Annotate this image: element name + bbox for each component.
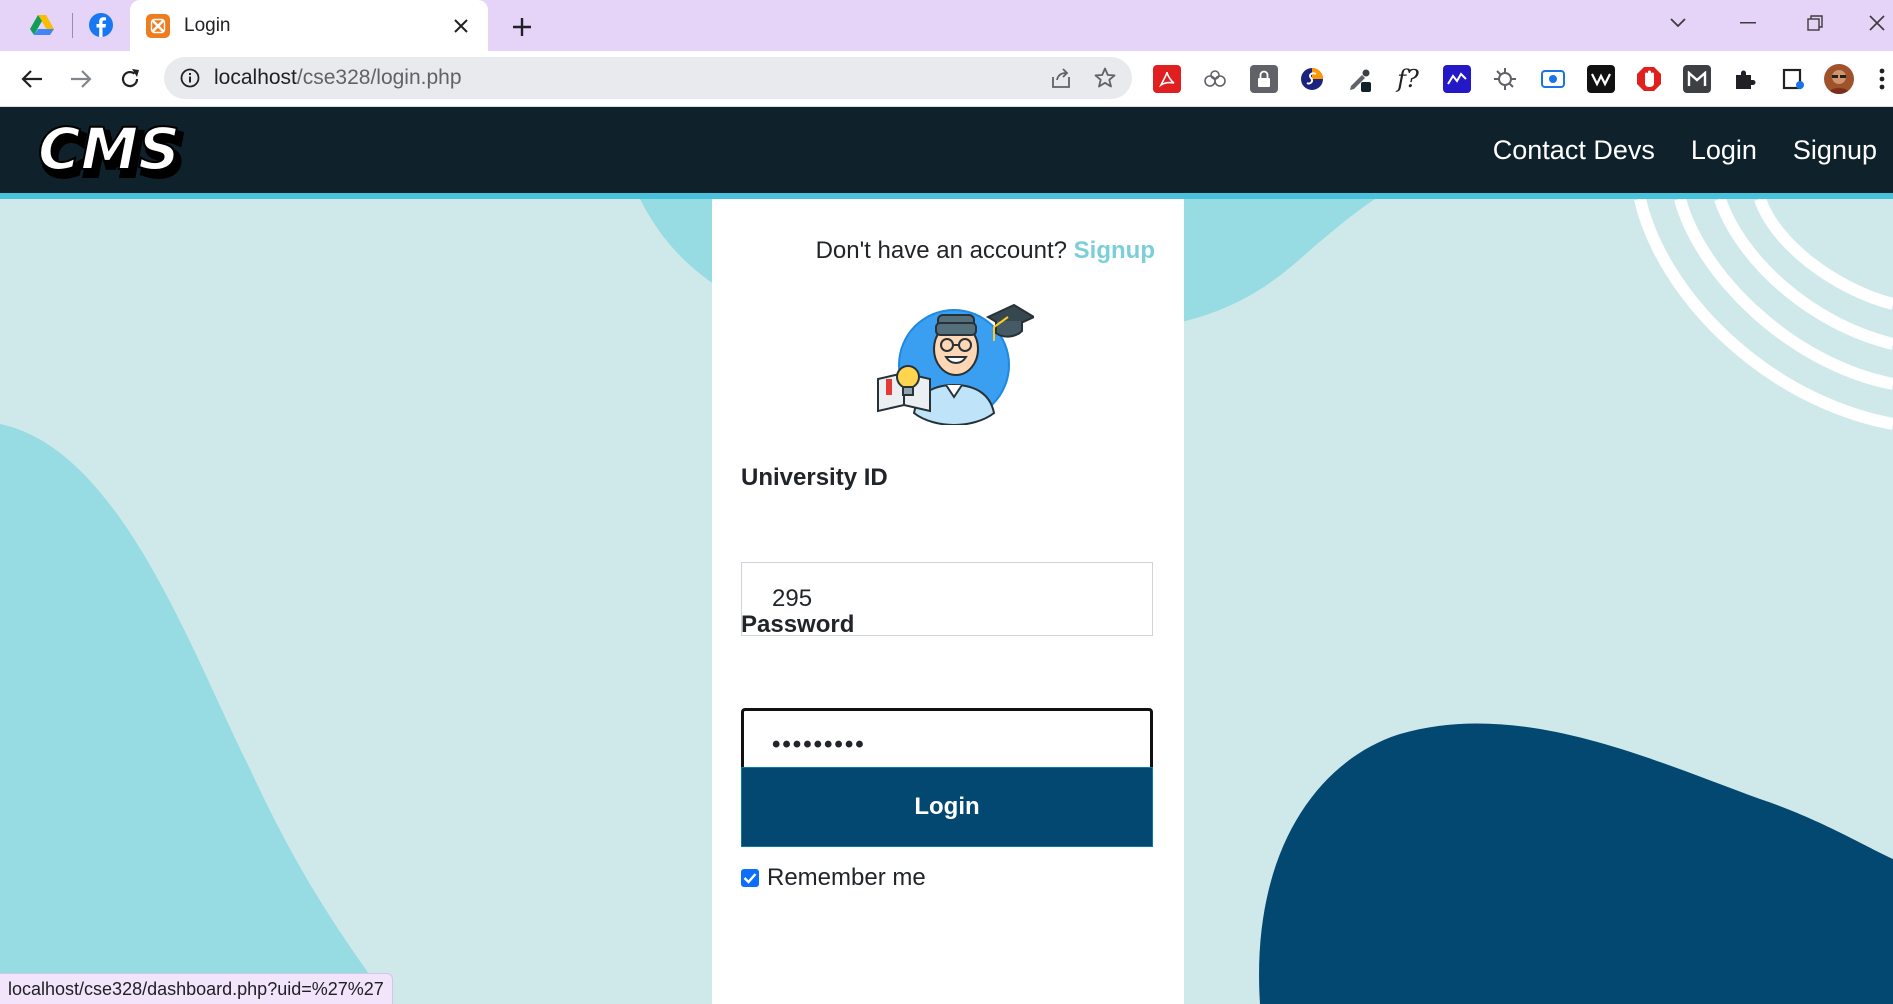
screen-capture-icon[interactable] <box>1539 65 1567 93</box>
nav-login[interactable]: Login <box>1691 135 1757 166</box>
site-navbar: CMS CMS Contact Devs Login Signup <box>0 107 1893 199</box>
wappalyzer-icon[interactable] <box>1587 65 1615 93</box>
login-button[interactable]: Login <box>741 767 1153 847</box>
profile-avatar[interactable] <box>1824 64 1854 94</box>
status-bar-url: localhost/cse328/dashboard.php?uid=%27%2… <box>0 973 393 1004</box>
color-picker-icon[interactable] <box>1346 65 1374 93</box>
url-host: localhost <box>214 66 297 89</box>
adobe-acrobat-icon[interactable] <box>1153 65 1181 93</box>
extension-icon[interactable] <box>1491 65 1519 93</box>
bookmark-star-icon[interactable] <box>1088 61 1122 95</box>
xampp-icon <box>146 13 170 38</box>
font-finder-icon[interactable]: f? <box>1394 65 1422 93</box>
reload-icon[interactable] <box>115 64 145 94</box>
facebook-icon[interactable] <box>86 10 116 40</box>
password-label: Password <box>741 611 855 638</box>
analytics-icon[interactable] <box>1443 65 1471 93</box>
tab-login[interactable]: Login <box>130 0 488 51</box>
adblock-icon[interactable] <box>1635 65 1663 93</box>
browser-menu-icon[interactable] <box>1872 65 1892 93</box>
login-card: Don't have an account? Signup University… <box>712 199 1184 1004</box>
extension-s-icon[interactable] <box>1298 65 1326 93</box>
site-info-icon[interactable] <box>178 66 202 90</box>
nav-links: Contact Devs Login Signup <box>1493 107 1877 193</box>
password-lock-icon[interactable] <box>1250 65 1278 93</box>
web-page: CMS CMS Contact Devs Login Signup Don't … <box>0 107 1893 1004</box>
share-icon[interactable] <box>1044 61 1078 95</box>
url-path: /cse328/login.php <box>296 66 462 89</box>
close-tab-icon[interactable] <box>446 11 476 41</box>
nav-signup[interactable]: Signup <box>1793 135 1877 166</box>
mailtrack-icon[interactable] <box>1683 65 1711 93</box>
student-avatar-illustration <box>876 293 1034 425</box>
remember-me-label: Remember me <box>767 864 926 891</box>
tab-title: Login <box>184 14 231 36</box>
address-url[interactable]: localhost/cse328/login.php <box>214 66 1044 90</box>
address-bar[interactable]: localhost/cse328/login.php <box>164 57 1132 99</box>
nav-contact-devs[interactable]: Contact Devs <box>1493 135 1655 166</box>
sync-icon[interactable] <box>1201 65 1229 93</box>
cms-logo[interactable]: CMS CMS <box>36 117 236 187</box>
remember-me: Remember me <box>741 864 926 892</box>
browser-toolbar: localhost/cse328/login.php f? <box>0 51 1893 107</box>
tab-separator <box>72 13 73 38</box>
close-window-icon[interactable] <box>1860 8 1893 38</box>
browser-tab-strip: Login <box>0 0 1893 51</box>
signup-link[interactable]: Signup <box>1074 237 1155 264</box>
signup-prompt-text: Don't have an account? <box>815 237 1067 264</box>
signup-prompt: Don't have an account? Signup <box>816 237 1155 265</box>
forward-arrow-icon[interactable] <box>66 64 96 94</box>
new-tab-button[interactable] <box>505 10 539 44</box>
restore-window-icon[interactable] <box>1795 8 1835 38</box>
university-id-label: University ID <box>741 464 888 491</box>
tab-search-chevron-icon[interactable] <box>1658 8 1698 38</box>
puzzle-icon[interactable] <box>1731 65 1759 93</box>
back-arrow-icon[interactable] <box>17 64 47 94</box>
google-drive-icon[interactable] <box>27 10 57 40</box>
svg-text:CMS: CMS <box>38 117 180 183</box>
minimize-window-icon[interactable] <box>1728 8 1768 38</box>
remember-me-checkbox[interactable] <box>741 869 759 887</box>
reading-list-icon[interactable] <box>1780 65 1808 93</box>
